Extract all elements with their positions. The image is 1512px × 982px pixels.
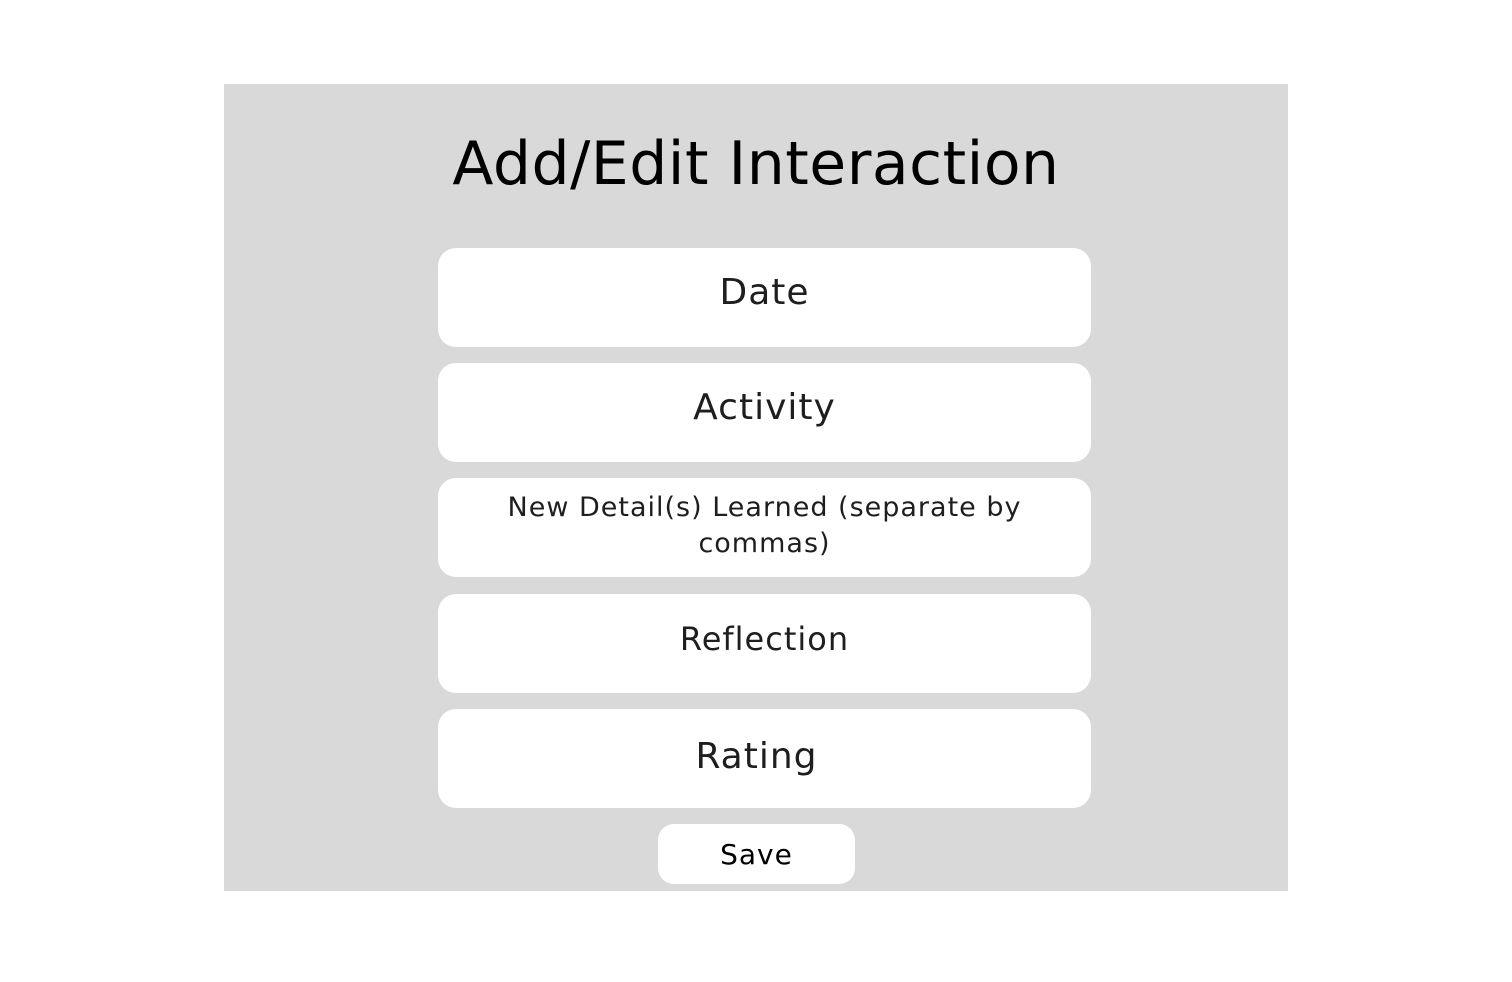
- rating-field-label: Rating: [695, 736, 818, 777]
- reflection-field-label: Reflection: [679, 619, 850, 658]
- page-title: Add/Edit Interaction: [452, 129, 1060, 199]
- date-field-label: Date: [719, 272, 810, 313]
- activity-field[interactable]: Activity: [438, 363, 1091, 462]
- reflection-field[interactable]: Reflection: [438, 594, 1091, 693]
- new-details-learned-field-label: New Detail(s) Learned (separate by comma…: [507, 491, 1022, 559]
- new-details-learned-field[interactable]: New Detail(s) Learned (separate by comma…: [438, 478, 1091, 577]
- rating-field[interactable]: Rating: [438, 709, 1091, 808]
- date-field[interactable]: Date: [438, 248, 1091, 347]
- save-button[interactable]: Save: [658, 824, 855, 884]
- activity-field-label: Activity: [693, 387, 836, 428]
